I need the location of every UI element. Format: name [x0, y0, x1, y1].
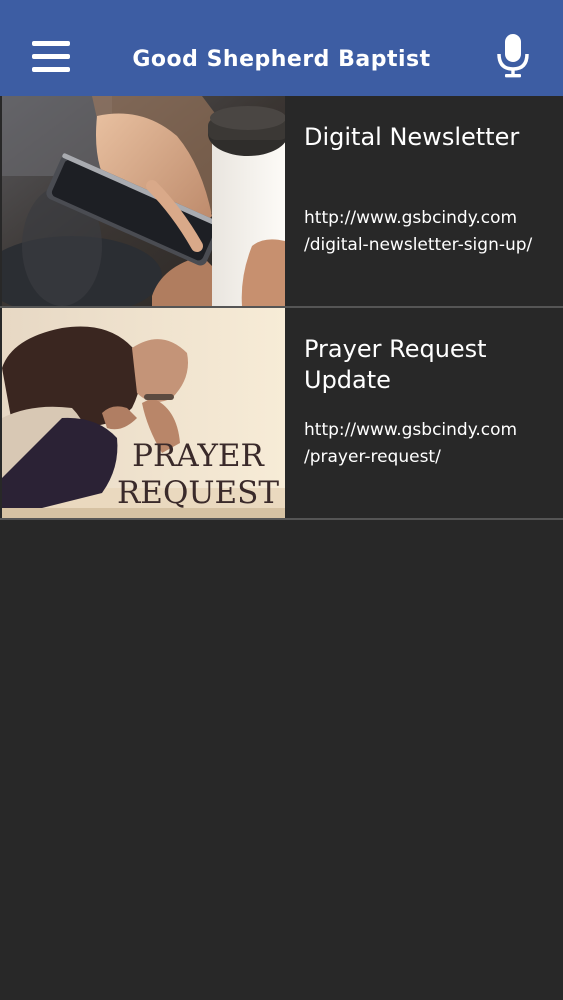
menu-line	[32, 67, 70, 72]
list-item-prayer-request[interactable]: PRAYER REQUEST Prayer Request Update htt…	[0, 308, 563, 520]
image-text-request: REQUEST	[117, 475, 279, 511]
app-header: Good Shepherd Baptist	[0, 0, 563, 96]
item-url-line: /prayer-request/	[304, 447, 441, 467]
menu-line	[32, 54, 70, 59]
phone-and-coffee-photo	[2, 96, 285, 306]
item-title: Prayer Request Update	[304, 335, 487, 394]
item-url-line: http://www.gsbcindy.com	[304, 208, 518, 228]
item-url-line: http://www.gsbcindy.com	[304, 420, 518, 440]
item-url[interactable]: http://www.gsbcindy.com /digital-newslet…	[304, 205, 559, 259]
item-url-line: /digital-newsletter-sign-up/	[304, 235, 533, 255]
feed-list: Digital Newsletter http://www.gsbcindy.c…	[0, 96, 563, 520]
image-text-prayer: PRAYER	[132, 438, 265, 474]
page-title: Good Shepherd Baptist	[132, 47, 431, 72]
hamburger-menu-icon[interactable]	[32, 41, 70, 73]
item-url[interactable]: http://www.gsbcindy.com /prayer-request/	[304, 417, 559, 471]
praying-woman-photo: PRAYER REQUEST	[2, 308, 285, 518]
microphone-icon[interactable]	[496, 34, 530, 78]
list-item-digital-newsletter[interactable]: Digital Newsletter http://www.gsbcindy.c…	[0, 96, 563, 308]
menu-line	[32, 41, 70, 46]
item-title: Digital Newsletter	[304, 123, 520, 151]
